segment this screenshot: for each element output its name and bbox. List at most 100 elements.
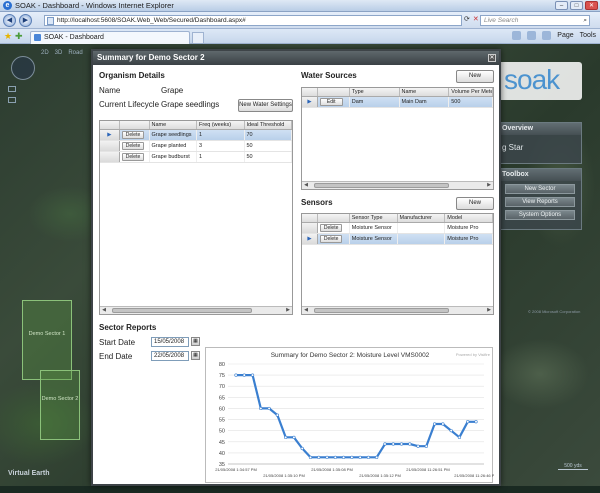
sensors-grid-scrollbar[interactable]: ◀ ▶ bbox=[302, 306, 493, 314]
view-reports-button[interactable]: View Reports bbox=[505, 197, 575, 207]
map-tool-icon[interactable] bbox=[8, 97, 16, 103]
chart-data-point[interactable] bbox=[449, 429, 453, 433]
chart-data-point[interactable] bbox=[234, 373, 238, 377]
delete-button[interactable]: Delete bbox=[121, 153, 145, 161]
col-header-sensor-type[interactable]: Sensor Type bbox=[350, 214, 398, 222]
chart-data-point[interactable] bbox=[399, 442, 404, 446]
col-header-name[interactable]: Name bbox=[400, 88, 450, 96]
scroll-left-icon[interactable]: ◀ bbox=[302, 182, 310, 189]
delete-button[interactable]: Delete bbox=[319, 224, 343, 232]
search-icon[interactable]: ⌕ bbox=[583, 16, 587, 26]
forward-button[interactable]: ▶ bbox=[19, 14, 32, 27]
chart-data-point[interactable] bbox=[466, 420, 470, 424]
table-row[interactable]: ▶ Delete Grape seedlings 1 70 bbox=[100, 130, 292, 141]
chart-data-point[interactable] bbox=[366, 455, 371, 459]
scroll-right-icon[interactable]: ▶ bbox=[485, 182, 493, 189]
new-tab-button[interactable] bbox=[192, 32, 204, 43]
refresh-icon[interactable]: ⟳ bbox=[464, 15, 470, 23]
new-water-source-button[interactable]: New bbox=[456, 70, 494, 83]
close-window-button[interactable]: ✕ bbox=[585, 1, 598, 10]
scroll-left-icon[interactable]: ◀ bbox=[302, 307, 310, 314]
map-field-sector-1[interactable]: Demo Sector 1 bbox=[22, 300, 72, 380]
water-grid-scrollbar[interactable]: ◀ ▶ bbox=[302, 181, 493, 189]
chart-data-point[interactable] bbox=[358, 455, 362, 459]
chart-data-point[interactable] bbox=[383, 442, 387, 446]
scroll-left-icon[interactable]: ◀ bbox=[100, 307, 108, 314]
new-water-settings-button[interactable]: New Water Settings bbox=[238, 99, 293, 112]
map-mode-2d[interactable]: 2D bbox=[41, 50, 49, 56]
start-calendar-icon[interactable]: ▦ bbox=[191, 337, 200, 346]
chart-data-point[interactable] bbox=[325, 455, 329, 459]
table-row[interactable]: Delete Grape budburst 1 50 bbox=[100, 152, 292, 163]
chart-data-point[interactable] bbox=[292, 435, 296, 439]
scroll-thumb[interactable] bbox=[112, 308, 252, 313]
modal-close-button[interactable]: ✕ bbox=[488, 54, 496, 62]
chart-data-point[interactable] bbox=[391, 442, 395, 446]
chart-data-point[interactable] bbox=[275, 413, 279, 417]
chart-data-point[interactable] bbox=[267, 406, 271, 411]
map-tool-icon[interactable] bbox=[8, 86, 16, 92]
scroll-right-icon[interactable]: ▶ bbox=[485, 307, 493, 314]
organism-grid-scrollbar[interactable]: ◀ ▶ bbox=[100, 306, 292, 314]
page-menu[interactable]: Page bbox=[557, 32, 573, 39]
table-row[interactable]: ▶ Edit Dam Main Dam 500 bbox=[302, 97, 493, 108]
minimize-button[interactable]: – bbox=[555, 1, 568, 10]
table-row[interactable]: ▶ Delete Moisture Sensor Moisture Pro bbox=[302, 234, 493, 245]
table-row[interactable]: Delete Grape planted 3 50 bbox=[100, 141, 292, 152]
end-date-input[interactable]: 22/05/2008 bbox=[151, 351, 189, 361]
home-icon[interactable] bbox=[512, 31, 522, 40]
chart-data-point[interactable] bbox=[416, 444, 420, 448]
col-header-threshold[interactable]: Ideal Threshold bbox=[245, 121, 292, 129]
map-mode-road[interactable]: Road bbox=[68, 50, 82, 56]
url-input[interactable]: http://localhost:5608/SOAK.Web_Web/Secur… bbox=[44, 15, 462, 26]
chart-data-point[interactable] bbox=[250, 373, 255, 377]
chart-data-point[interactable] bbox=[375, 455, 379, 459]
back-button[interactable]: ◀ bbox=[3, 14, 16, 27]
search-input[interactable]: Live Search ⌕ bbox=[480, 15, 590, 26]
print-icon[interactable] bbox=[542, 31, 552, 40]
favorites-star-icon[interactable]: ★ bbox=[4, 31, 12, 42]
chart-data-point[interactable] bbox=[284, 435, 288, 439]
scroll-thumb[interactable] bbox=[314, 183, 449, 188]
col-header-model[interactable]: Model bbox=[445, 214, 493, 222]
chart-data-point[interactable] bbox=[408, 442, 412, 446]
add-favorite-icon[interactable]: ✚ bbox=[15, 31, 23, 42]
delete-button[interactable]: Delete bbox=[121, 142, 145, 150]
chart-data-point[interactable] bbox=[424, 444, 428, 448]
map-field-sector-2[interactable]: Demo Sector 2 bbox=[40, 370, 80, 440]
delete-button[interactable]: Delete bbox=[319, 235, 343, 243]
chart-data-point[interactable] bbox=[259, 406, 263, 411]
chart-data-point[interactable] bbox=[333, 455, 337, 459]
scroll-thumb[interactable] bbox=[314, 308, 449, 313]
chart-data-point[interactable] bbox=[341, 455, 346, 459]
new-sector-button[interactable]: New Sector bbox=[505, 184, 575, 194]
feeds-icon[interactable] bbox=[527, 31, 537, 40]
col-header-manufacturer[interactable]: Manufacturer bbox=[398, 214, 446, 222]
col-header-freq[interactable]: Freq (weeks) bbox=[197, 121, 245, 129]
chart-data-point[interactable] bbox=[350, 455, 354, 459]
table-row[interactable]: Delete Moisture Sensor Moisture Pro bbox=[302, 223, 493, 234]
map-navigation-compass[interactable] bbox=[11, 56, 35, 80]
new-sensor-button[interactable]: New bbox=[456, 197, 494, 210]
chart-data-point[interactable] bbox=[308, 455, 313, 459]
delete-button[interactable]: Delete bbox=[121, 131, 145, 139]
col-header-type[interactable]: Type bbox=[350, 88, 400, 96]
chart-data-point[interactable] bbox=[242, 373, 246, 377]
chart-data-point[interactable] bbox=[441, 422, 445, 426]
tab-dashboard[interactable]: SOAK - Dashboard bbox=[30, 31, 190, 44]
stop-icon[interactable]: ✕ bbox=[473, 15, 479, 23]
edit-button[interactable]: Edit bbox=[319, 98, 343, 106]
chart-data-point[interactable] bbox=[457, 435, 462, 439]
end-calendar-icon[interactable]: ▦ bbox=[191, 351, 200, 360]
chart-data-point[interactable] bbox=[300, 446, 304, 451]
start-date-input[interactable]: 15/05/2008 bbox=[151, 337, 189, 347]
chart-data-point[interactable] bbox=[474, 420, 478, 424]
map-mode-3d[interactable]: 3D bbox=[55, 50, 63, 56]
scroll-right-icon[interactable]: ▶ bbox=[284, 307, 292, 314]
col-header-volume[interactable]: Volume Per Mete bbox=[449, 88, 493, 96]
chart-data-point[interactable] bbox=[433, 422, 437, 426]
maximize-button[interactable]: □ bbox=[570, 1, 583, 10]
tools-menu[interactable]: Tools bbox=[580, 32, 596, 39]
chart-data-point[interactable] bbox=[317, 455, 321, 459]
col-header-name[interactable]: Name bbox=[150, 121, 198, 129]
